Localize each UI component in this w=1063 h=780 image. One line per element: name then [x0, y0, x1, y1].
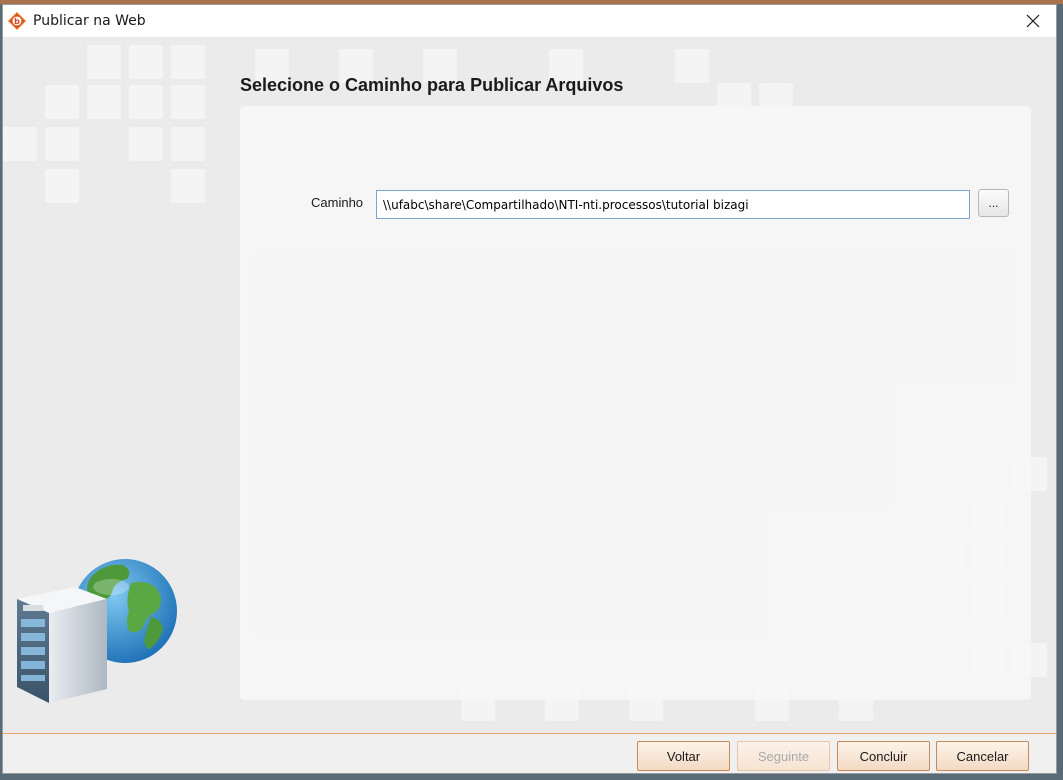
close-button[interactable]	[1010, 5, 1056, 37]
decorative-tile	[87, 45, 121, 79]
decorative-tile	[3, 127, 37, 161]
decorative-tile	[171, 127, 205, 161]
decorative-tile	[129, 127, 163, 161]
next-button[interactable]: Seguinte	[737, 741, 830, 771]
decorative-tile	[129, 45, 163, 79]
decorative-tile	[171, 45, 205, 79]
decorative-tile	[45, 169, 79, 203]
svg-text:b: b	[14, 17, 20, 26]
form-panel: Caminho ...	[240, 106, 1031, 700]
page-title: Selecione o Caminho para Publicar Arquiv…	[240, 75, 624, 95]
cancel-button[interactable]: Cancelar	[936, 741, 1029, 771]
wizard-content: Selecione o Caminho para Publicar Arquiv…	[3, 37, 1056, 733]
path-label: Caminho	[311, 195, 364, 210]
decorative-tile	[45, 127, 79, 161]
back-button[interactable]: Voltar	[637, 741, 730, 771]
window-title: Publicar na Web	[33, 13, 146, 29]
close-icon	[1026, 14, 1040, 28]
browse-button[interactable]: ...	[978, 189, 1009, 217]
bizagi-logo-icon: b	[8, 12, 26, 30]
publish-dialog: b Publicar na Web Selecione o Caminho pa…	[2, 4, 1057, 774]
finish-button[interactable]: Concluir	[837, 741, 930, 771]
decorative-tile	[87, 85, 121, 119]
decorative-tile	[45, 85, 79, 119]
decorative-tile	[171, 85, 205, 119]
decorative-tile	[171, 169, 205, 203]
path-input[interactable]	[376, 190, 970, 219]
wizard-footer: Voltar Seguinte Concluir Cancelar	[3, 733, 1056, 773]
decorative-tile	[129, 85, 163, 119]
server-globe-icon	[17, 559, 177, 703]
title-bar[interactable]: b Publicar na Web	[3, 5, 1056, 37]
decorative-tile	[675, 49, 709, 83]
